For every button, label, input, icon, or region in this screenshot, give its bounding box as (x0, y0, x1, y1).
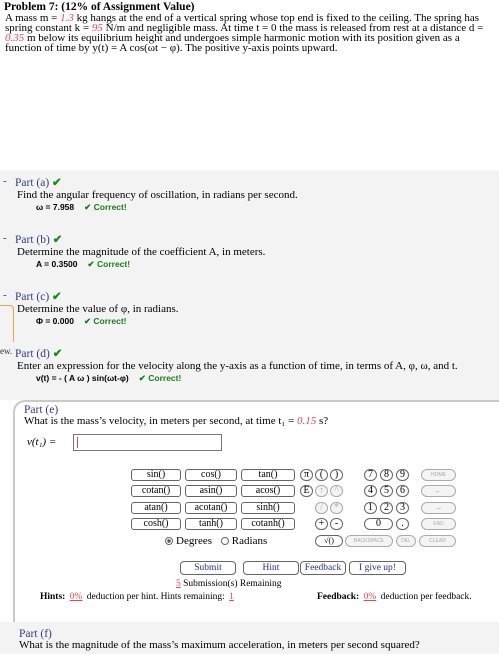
digit-7-button[interactable]: 7 (364, 469, 377, 481)
end-button[interactable]: END (421, 518, 456, 530)
checkmark-icon: ✔ (52, 348, 63, 360)
part-c-question: Determine the value of φ, in radians. (17, 303, 179, 315)
radians-label: Radians (231, 535, 268, 547)
part-a: - Part (a) ✔ Find the angular frequency … (0, 171, 499, 228)
part-c-title[interactable]: Part (c) ✔ (15, 289, 62, 303)
sinh-button[interactable]: sinh() (241, 502, 295, 514)
give-up-button[interactable]: I give up! (349, 561, 406, 575)
part-d: ew. Part (d) ✔ Enter an expression for t… (0, 342, 499, 400)
digit-0-button[interactable]: 0 (364, 518, 393, 530)
power-button[interactable]: ^ (330, 485, 343, 497)
cotan-button[interactable]: cotan() (131, 485, 181, 497)
home-button[interactable]: HOME (421, 469, 456, 481)
correct-badge: ✔ Correct! (138, 373, 182, 383)
cosh-button[interactable]: cosh() (131, 518, 181, 530)
part-b: - Part (b) ✔ Determine the magnitude of … (0, 228, 499, 285)
plus-button[interactable]: + (315, 518, 328, 530)
answer-input[interactable] (73, 434, 222, 451)
digit-1-button[interactable]: 1 (364, 502, 377, 514)
part-a-answer: ω = 7.958 ✔ Correct! (36, 202, 127, 212)
backspace-button[interactable]: BACKSPACE (345, 535, 393, 547)
answer-label: v(t₁) = (27, 436, 57, 448)
sin-button[interactable]: sin() (131, 469, 181, 481)
part-b-question: Determine the magnitude of the coefficie… (17, 246, 266, 258)
tanh-button[interactable]: tanh() (185, 518, 237, 530)
digit-4-button[interactable]: 4 (364, 485, 377, 497)
open-paren-button[interactable]: ( (315, 469, 328, 481)
angle-mode: Degrees Radians (165, 535, 267, 547)
degrees-radio[interactable] (165, 537, 173, 545)
correct-badge: ✔ Correct! (84, 202, 127, 212)
arrow-up-icon[interactable]: ↑ (315, 485, 328, 497)
acos-button[interactable]: acos() (241, 485, 295, 497)
close-paren-button[interactable]: ) (330, 469, 343, 481)
correct-badge: ✔ Correct! (87, 259, 131, 269)
pi-button[interactable]: π (300, 469, 313, 481)
decimal-button[interactable]: . (396, 518, 409, 530)
part-d-title[interactable]: Part (d) ✔ (15, 346, 62, 360)
cotanh-button[interactable]: cotanh() (241, 518, 295, 530)
part-d-answer: v(t) = - ( A ω ) sin(ωt-φ) ✔ Correct! (36, 373, 182, 383)
clear-button[interactable]: CLEAR (419, 535, 456, 547)
tan-button[interactable]: tan() (241, 469, 295, 481)
part-f-question: What is the magnitude of the mass’s maxi… (19, 639, 420, 651)
part-c: - Part (c) ✔ Determine the value of φ, i… (0, 285, 499, 342)
part-d-question: Enter an expression for the velocity alo… (17, 360, 458, 372)
problem-text: A mass m = 1.3 kg hangs at the end of a … (5, 12, 484, 54)
digit-9-button[interactable]: 9 (396, 469, 409, 481)
multiply-button[interactable]: * (330, 502, 343, 514)
feedback-info: Feedback: 0% deduction per feedback. (317, 592, 472, 602)
part-a-question: Find the angular frequency of oscillatio… (17, 189, 298, 201)
part-f: Part (f) What is the magnitude of the ma… (0, 622, 499, 654)
sqrt-button[interactable]: √() (315, 535, 343, 547)
asin-button[interactable]: asin() (185, 485, 237, 497)
correct-badge: ✔ Correct! (83, 316, 127, 326)
part-e-question: What is the mass’s velocity, in meters p… (24, 415, 329, 427)
problem-statement: Problem 7: (12% of Assignment Value) A m… (4, 1, 496, 54)
atan-button[interactable]: atan() (131, 502, 181, 514)
hint-button[interactable]: Hint (243, 561, 299, 575)
acotan-button[interactable]: acotan() (185, 502, 237, 514)
hints-info: Hints: 0% deduction per hint. Hints rema… (40, 592, 234, 602)
submit-button[interactable]: Submit (180, 561, 236, 575)
submissions-remaining: 5 Submission(s) Remaining (176, 579, 282, 589)
part-a-title[interactable]: Part (a) ✔ (15, 175, 62, 189)
degrees-label: Degrees (176, 535, 213, 547)
digit-5-button[interactable]: 5 (380, 485, 393, 497)
checkmark-icon: ✔ (52, 291, 62, 303)
checkmark-icon: ✔ (52, 177, 62, 189)
time-value: 0.15 (296, 415, 317, 427)
hints-remaining-count: 1 (229, 592, 234, 602)
part-b-title[interactable]: Part (b) ✔ (15, 232, 62, 246)
arrow-left-icon[interactable]: ← (421, 485, 456, 497)
cos-button[interactable]: cos() (185, 469, 237, 481)
radians-radio[interactable] (220, 537, 229, 545)
checkmark-icon: ✔ (52, 234, 63, 246)
divide-button[interactable]: / (315, 502, 328, 514)
feedback-button[interactable]: Feedback (300, 561, 346, 575)
exponent-e-button[interactable]: E (300, 485, 313, 497)
digit-3-button[interactable]: 3 (396, 502, 409, 514)
delete-button[interactable]: DEL (396, 535, 416, 547)
minus-button[interactable]: - (330, 518, 343, 530)
part-b-answer: A = 0.3500 ✔ Correct! (36, 259, 131, 269)
digit-2-button[interactable]: 2 (380, 502, 393, 514)
part-c-answer: Φ = 0.000 ✔ Correct! (36, 316, 127, 326)
arrow-right-icon[interactable]: → (421, 502, 456, 514)
digit-6-button[interactable]: 6 (396, 485, 409, 497)
digit-8-button[interactable]: 8 (380, 469, 393, 481)
text-cursor (77, 437, 78, 448)
